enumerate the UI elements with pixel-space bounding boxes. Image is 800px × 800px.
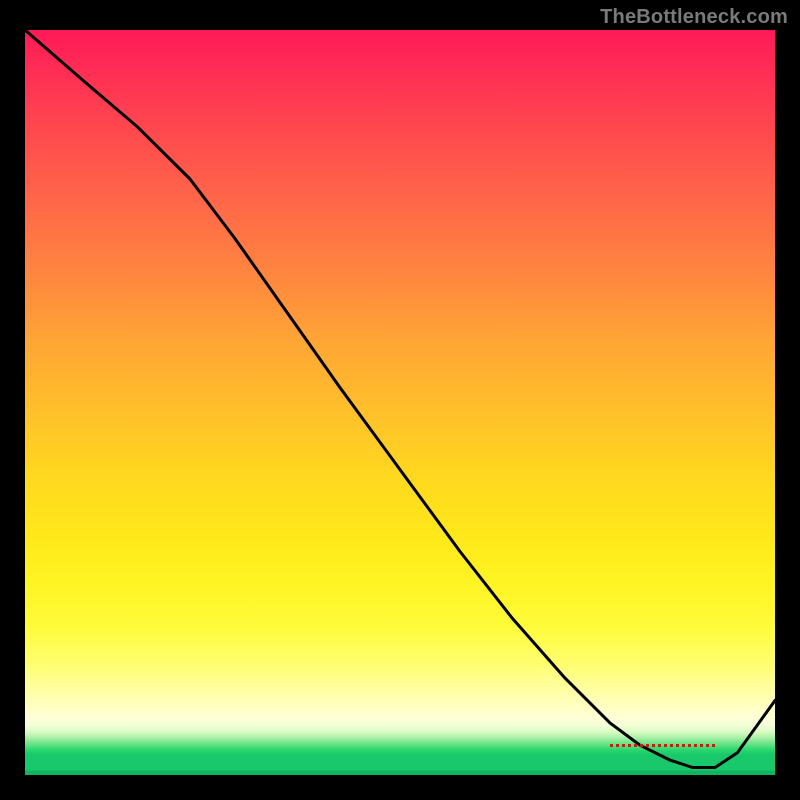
watermark-text: TheBottleneck.com [600,6,788,29]
chart-stage: TheBottleneck.com [0,0,800,800]
optimal-marker [610,744,715,753]
line-series [25,30,775,775]
plot-frame [25,30,775,775]
